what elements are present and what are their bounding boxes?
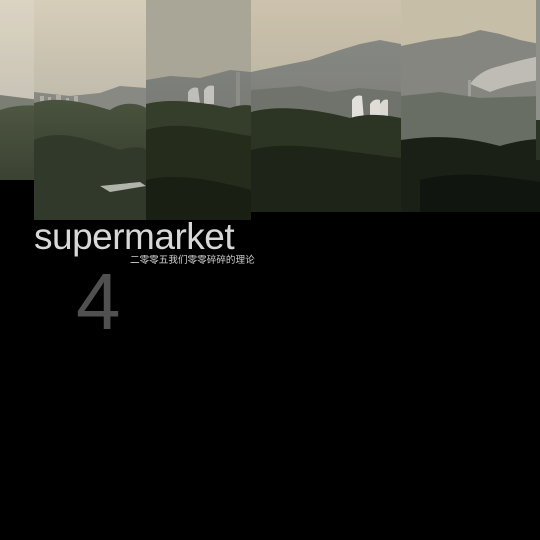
photo-panel	[34, 0, 146, 220]
album-subtitle: 二零零五我们零零碎碎的理论	[130, 255, 255, 266]
album-cover: supermarket 二零零五我们零零碎碎的理论 4	[0, 0, 540, 540]
issue-number: 4	[76, 257, 121, 346]
album-title: supermarket	[34, 216, 235, 257]
photo-panel	[146, 0, 251, 220]
photo-panel	[251, 0, 401, 212]
photo-panel	[0, 0, 34, 180]
landscape-photo-collage	[0, 0, 540, 220]
photo-panel	[401, 0, 540, 212]
photo-panel	[536, 0, 540, 160]
